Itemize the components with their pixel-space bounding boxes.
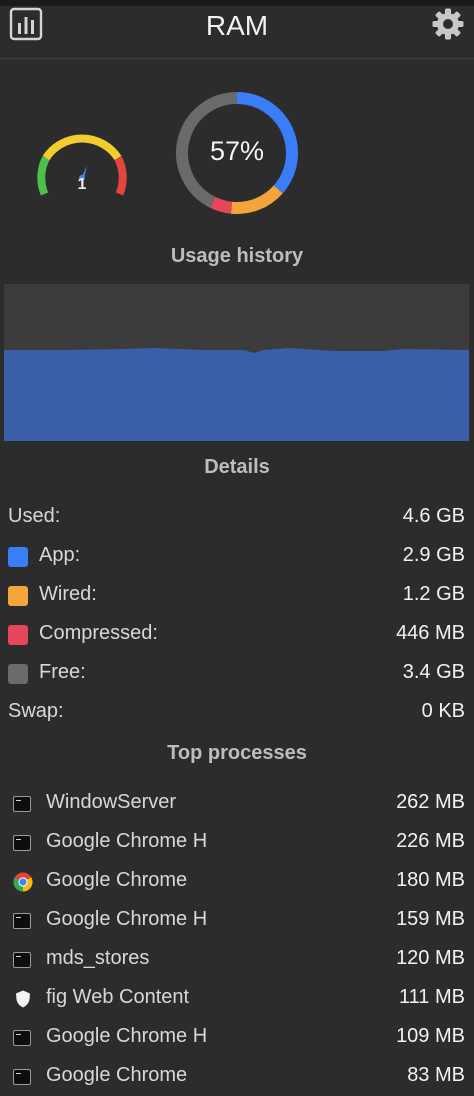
donut-segment-compressed <box>210 196 233 214</box>
gear-icon[interactable] <box>430 6 466 42</box>
detail-used: Used: 4.6 GB <box>0 499 474 537</box>
detail-app: App: 2.9 GB <box>0 538 474 576</box>
header-bar: RAM <box>0 6 474 59</box>
usage-history-area <box>4 348 469 441</box>
terminal-icon <box>13 911 33 931</box>
compressed-color-swatch <box>8 625 28 645</box>
process-name: mds_stores <box>46 947 150 969</box>
terminal-icon <box>13 950 33 970</box>
top-processes-title: Top processes <box>167 742 307 764</box>
process-name: Google Chrome <box>46 1064 188 1086</box>
chrome-icon <box>13 872 33 892</box>
detail-used-label: Used: <box>8 505 61 527</box>
process-memory: 111 MB <box>399 986 465 1008</box>
pressure-gauge: 1 <box>30 118 134 208</box>
process-row[interactable]: Google Chrome H 159 MB <box>0 902 474 940</box>
usage-history-graph <box>4 284 469 441</box>
detail-swap: Swap: 0 KB <box>0 694 474 732</box>
page-title: RAM <box>205 10 269 41</box>
process-row[interactable]: mds_stores 120 MB <box>0 941 474 979</box>
detail-app-value: 2.9 GB <box>402 544 465 566</box>
process-name: Google Chrome H <box>46 1025 208 1047</box>
process-name: Google Chrome H <box>46 908 208 930</box>
gauge-value: 1 <box>77 176 87 193</box>
detail-wired: Wired: 1.2 GB <box>0 577 474 615</box>
process-name: Google Chrome <box>46 869 188 891</box>
detail-free: Free: 3.4 GB <box>0 655 474 693</box>
detail-used-value: 4.6 GB <box>402 505 465 527</box>
process-name: Google Chrome H <box>46 830 208 852</box>
process-memory: 120 MB <box>396 947 465 969</box>
detail-swap-value: 0 KB <box>421 700 465 722</box>
process-memory: 226 MB <box>396 830 465 852</box>
process-memory: 159 MB <box>396 908 465 930</box>
detail-app-label: App: <box>39 544 81 566</box>
detail-compressed-label: Compressed: <box>39 622 158 644</box>
terminal-icon <box>13 794 33 814</box>
detail-swap-label: Swap: <box>8 700 64 722</box>
detail-compressed: Compressed: 446 MB <box>0 616 474 654</box>
free-color-swatch <box>8 664 28 684</box>
process-name: fig Web Content <box>46 986 190 1008</box>
process-row[interactable]: Google Chrome 180 MB <box>0 863 474 901</box>
process-row[interactable]: Google Chrome H 226 MB <box>0 824 474 862</box>
shield-icon <box>13 989 33 1009</box>
wired-color-swatch <box>8 586 28 606</box>
details-title: Details <box>204 456 270 478</box>
detail-compressed-value: 446 MB <box>396 622 465 644</box>
process-row[interactable]: WindowServer 262 MB <box>0 785 474 823</box>
process-row[interactable]: Google Chrome 83 MB <box>0 1058 474 1096</box>
donut-segment-wired <box>230 185 283 214</box>
detail-wired-value: 1.2 GB <box>402 583 465 605</box>
terminal-icon <box>13 833 33 853</box>
process-memory: 109 MB <box>396 1025 465 1047</box>
process-memory: 180 MB <box>396 869 465 891</box>
process-row[interactable]: Google Chrome H 109 MB <box>0 1019 474 1057</box>
terminal-icon <box>13 1067 33 1087</box>
detail-free-value: 3.4 GB <box>402 661 465 683</box>
usage-percent: 57% <box>209 136 265 166</box>
process-row[interactable]: fig Web Content 111 MB <box>0 980 474 1018</box>
process-name: WindowServer <box>46 791 177 813</box>
app-color-swatch <box>8 547 28 567</box>
process-memory: 83 MB <box>407 1064 465 1086</box>
process-memory: 262 MB <box>396 791 465 813</box>
detail-wired-label: Wired: <box>39 583 97 605</box>
terminal-icon <box>13 1028 33 1048</box>
usage-history-title: Usage history <box>170 245 304 267</box>
detail-free-label: Free: <box>39 661 86 683</box>
